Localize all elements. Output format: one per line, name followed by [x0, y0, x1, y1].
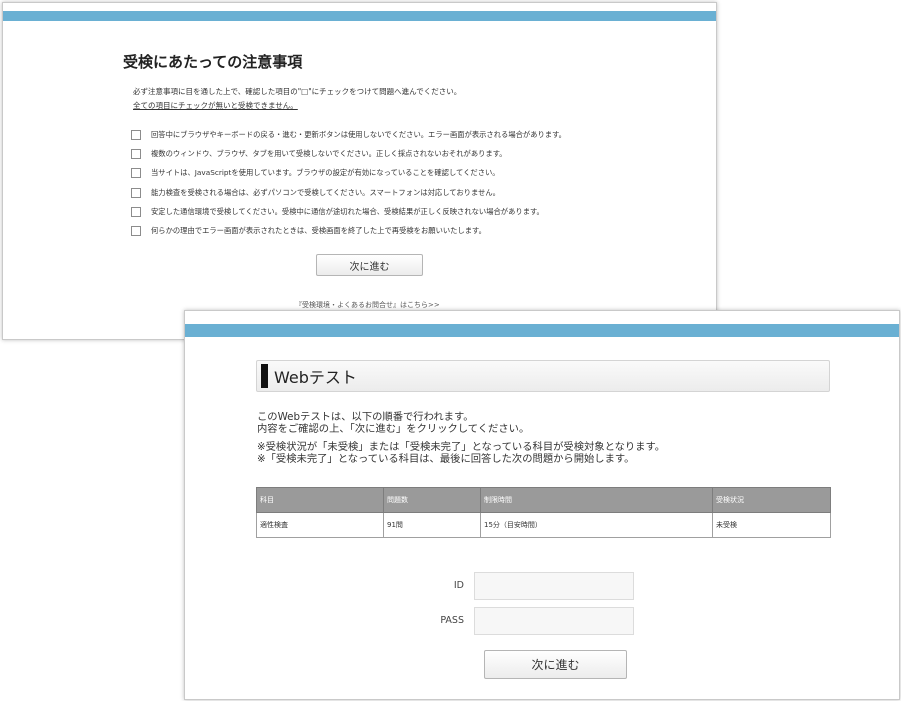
table-header-row: 科目 問題数 制限時間 受検状況: [256, 487, 831, 513]
desc-line1: このWebテストは、以下の順番で行われます。: [257, 411, 474, 423]
checklist-item-label: 当サイトは、JavaScriptを使用しています。ブラウザの設定が有効になってい…: [151, 168, 500, 178]
checklist-item[interactable]: 当サイトは、JavaScriptを使用しています。ブラウザの設定が有効になってい…: [131, 164, 566, 183]
pass-label: PASS: [440, 615, 464, 626]
checklist-item[interactable]: 回答中にブラウザやキーボードの戻る・進む・更新ボタンは使用しないでください。エラ…: [131, 125, 566, 144]
checkbox[interactable]: [131, 168, 141, 179]
note-line2: ※「受検未完了」となっている科目は、最後に回答した次の問題から開始します。: [257, 452, 635, 465]
cell-status: 未受検: [712, 512, 831, 538]
table-row: 適性検査 91問 15分（目安時間） 未受検: [256, 512, 831, 538]
notice-intro-line2: 全ての項目にチェックが無いと受検できません。: [133, 101, 298, 110]
cell-time-limit: 15分（目安時間）: [480, 512, 713, 538]
col-status: 受検状況: [712, 487, 831, 513]
checklist-item[interactable]: 複数のウィンドウ、ブラウザ、タブを用いて受検しないでください。正しく採点されない…: [131, 144, 566, 163]
checkbox[interactable]: [131, 129, 141, 140]
col-time-limit: 制限時間: [480, 487, 713, 513]
checklist-item[interactable]: 安定した通信環境で受検してください。受検中に通信が途切れた場合、受検結果が正しく…: [131, 202, 566, 221]
checkbox[interactable]: [131, 148, 141, 159]
checklist-item-label: 能力検査を受検される場合は、必ずパソコンで受検してください。スマートフォンは対応…: [151, 187, 500, 197]
webtest-description: このWebテストは、以下の順番で行われます。 内容をご確認の上、「次に進む」をク…: [257, 411, 666, 465]
subjects-table: 科目 問題数 制限時間 受検状況 適性検査 91問 15分（目安時間） 未受検: [256, 487, 831, 538]
desc-line2: 内容をご確認の上、「次に進む」をクリックしてください。: [257, 422, 530, 435]
checklist-item-label: 何らかの理由でエラー画面が表示されたときは、受検画面を終了した上で再受検をお願い…: [151, 226, 486, 236]
checkbox[interactable]: [131, 206, 141, 217]
checklist-item-label: 複数のウィンドウ、ブラウザ、タブを用いて受検しないでください。正しく採点されない…: [151, 148, 507, 158]
webtest-next-button[interactable]: 次に進む: [484, 650, 627, 679]
note-line1: ※受検状況が「未受検」または「受検未完了」となっている科目が受検対象となります。: [257, 441, 666, 453]
id-label: ID: [453, 580, 464, 591]
notice-window: 受検にあたっての注意事項 必ず注意事項に目を通した上で、確認した項目の"□"にチ…: [2, 2, 717, 340]
notice-next-button[interactable]: 次に進む: [316, 254, 423, 276]
heading-accent-bar: [261, 364, 268, 388]
notice-checklist: 回答中にブラウザやキーボードの戻る・進む・更新ボタンは使用しないでください。エラ…: [131, 125, 566, 241]
checklist-item-label: 安定した通信環境で受検してください。受検中に通信が途切れた場合、受検結果が正しく…: [151, 206, 544, 216]
notice-intro: 必ず注意事項に目を通した上で、確認した項目の"□"にチェックをつけて問題へ進んで…: [133, 85, 461, 113]
cell-subject: 適性検査: [256, 512, 384, 538]
notice-intro-line1: 必ず注意事項に目を通した上で、確認した項目の"□"にチェックをつけて問題へ進んで…: [133, 87, 462, 96]
pass-input[interactable]: [474, 607, 634, 635]
faq-link[interactable]: 『受検環境・よくあるお問合せ』はこちら>>: [295, 300, 440, 310]
col-subject: 科目: [256, 487, 384, 513]
webtest-window: Webテスト このWebテストは、以下の順番で行われます。 内容をご確認の上、「…: [184, 310, 900, 700]
notice-title: 受検にあたっての注意事項: [123, 53, 303, 71]
col-questions: 問題数: [383, 487, 481, 513]
cell-questions: 91問: [383, 512, 481, 538]
checklist-item-label: 回答中にブラウザやキーボードの戻る・進む・更新ボタンは使用しないでください。エラ…: [151, 129, 566, 139]
notice-top-bar: [3, 11, 716, 21]
id-input[interactable]: [474, 572, 634, 600]
checkbox[interactable]: [131, 187, 141, 198]
webtest-top-bar: [185, 324, 899, 337]
webtest-heading: Webテスト: [256, 360, 830, 392]
checklist-item[interactable]: 能力検査を受検される場合は、必ずパソコンで受検してください。スマートフォンは対応…: [131, 183, 566, 202]
checklist-item[interactable]: 何らかの理由でエラー画面が表示されたときは、受検画面を終了した上で再受検をお願い…: [131, 221, 566, 240]
checkbox[interactable]: [131, 226, 141, 237]
webtest-title: Webテスト: [274, 368, 357, 387]
